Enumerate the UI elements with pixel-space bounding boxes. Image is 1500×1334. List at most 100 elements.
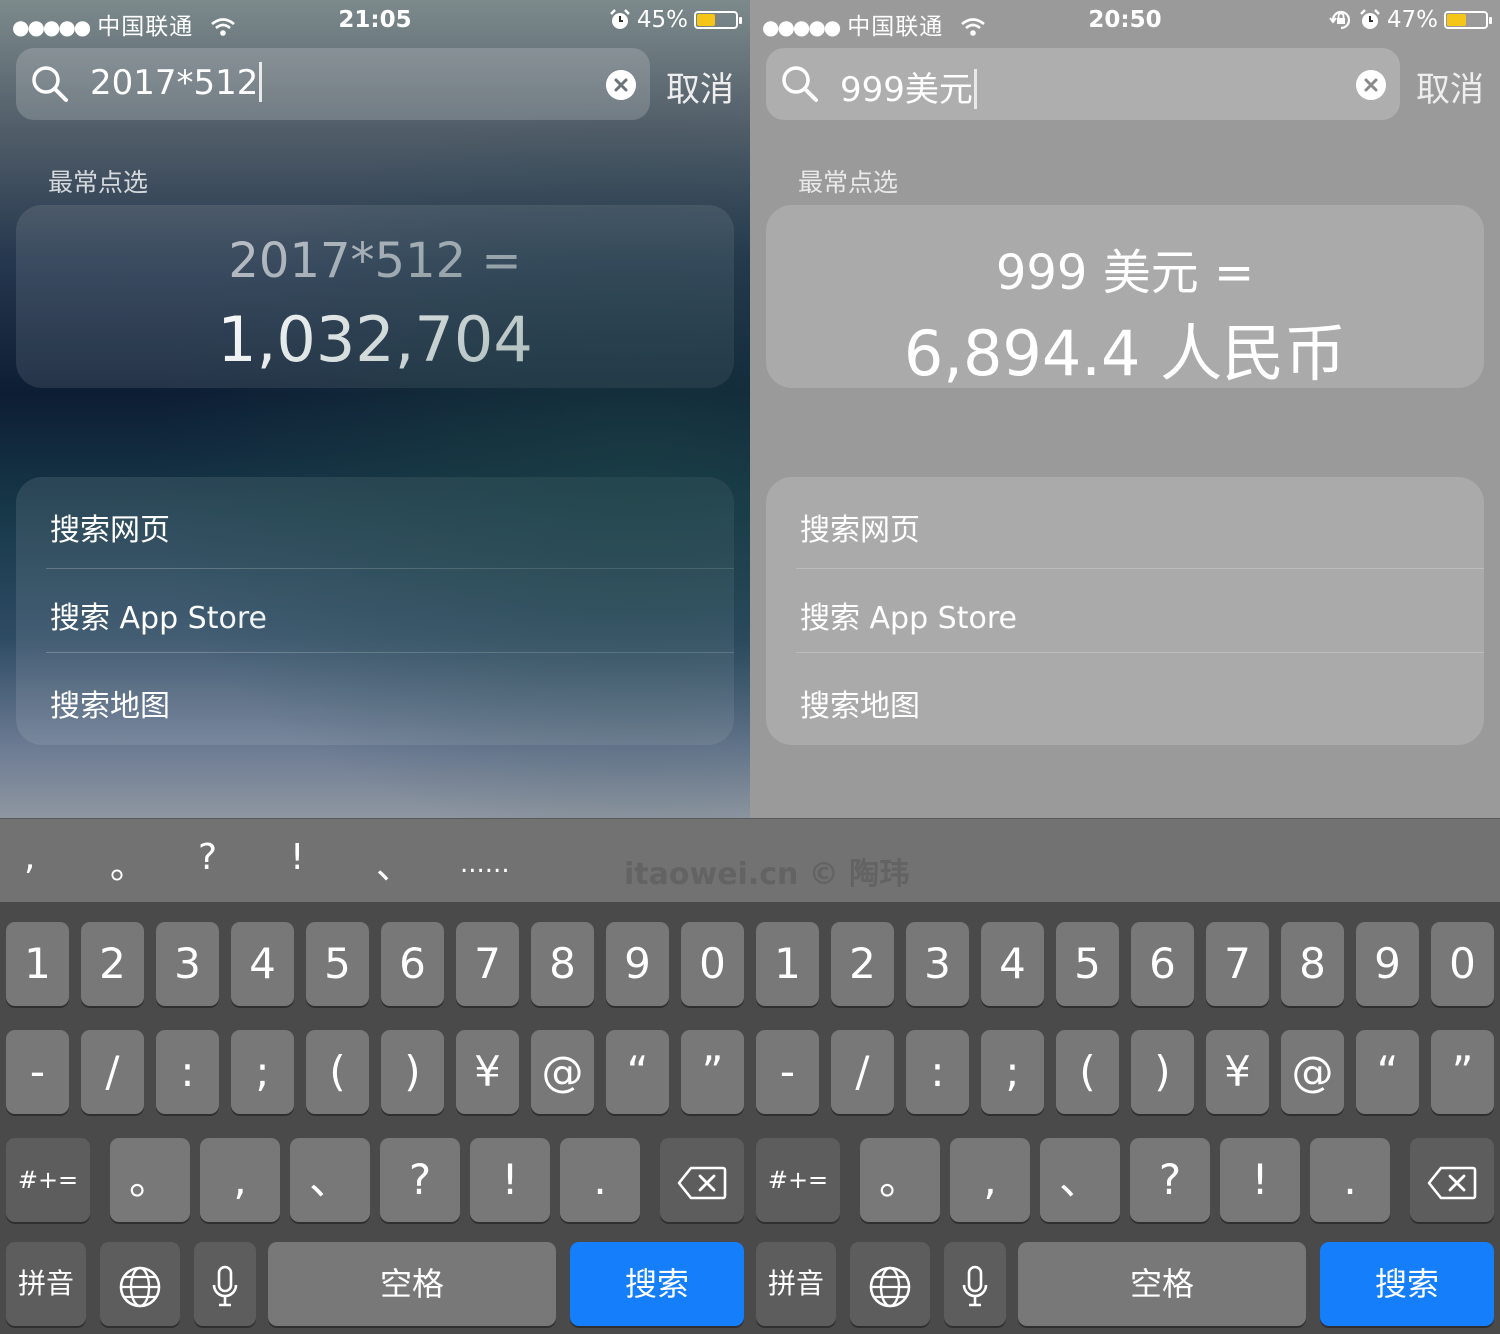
key-digit-1[interactable]: 1 [756,922,819,1006]
key-digit-0[interactable]: 0 [1431,922,1494,1006]
key-symbol[interactable]: “ [606,1030,669,1114]
search-key[interactable]: 搜索 [570,1242,744,1326]
key-symbol[interactable]: ; [981,1030,1044,1114]
key-digit-3[interactable]: 3 [906,922,969,1006]
microphone-key[interactable] [944,1242,1006,1326]
key-symbol[interactable]: - [6,1030,69,1114]
key-symbol[interactable]: ; [231,1030,294,1114]
backspace-key[interactable] [1410,1138,1494,1222]
key-punctuation[interactable]: . [1310,1138,1390,1222]
key-digit-9[interactable]: 9 [1356,922,1419,1006]
space-key[interactable]: 空格 [268,1242,556,1326]
key-punctuation[interactable]: 、 [290,1138,370,1222]
search-field[interactable]: 2017*512 [16,48,650,120]
key-more-symbols[interactable]: #+= [6,1138,90,1222]
clear-icon[interactable] [606,70,636,100]
globe-key[interactable] [100,1242,180,1326]
key-digit-8[interactable]: 8 [1281,922,1344,1006]
key-digit-0[interactable]: 0 [681,922,744,1006]
key-punctuation[interactable]: ! [470,1138,550,1222]
key-punctuation[interactable]: 、 [1040,1138,1120,1222]
key-digit-6[interactable]: 6 [1131,922,1194,1006]
key-symbol[interactable]: @ [531,1030,594,1114]
spotlight-panel-left: ●●●●● 中国联通 21:05 45% 2017*512 取消 最常点选 201… [0,0,750,818]
key-symbol[interactable]: ) [1131,1030,1194,1114]
key-punctuation[interactable]: ! [1220,1138,1300,1222]
key-symbol[interactable]: ¥ [1206,1030,1269,1114]
suggestion-exclaim[interactable]: ! [290,837,304,878]
key-punctuation[interactable]: ? [1130,1138,1210,1222]
key-digit-7[interactable]: 7 [456,922,519,1006]
suggestion-comma[interactable]: , [24,837,35,878]
key-digit-9[interactable]: 9 [606,922,669,1006]
suggestion-dun[interactable]: 、 [376,837,412,889]
search-web-action[interactable]: 搜索网页 [50,505,170,549]
key-digit-5[interactable]: 5 [306,922,369,1006]
key-digit-2[interactable]: 2 [81,922,144,1006]
key-digit-1[interactable]: 1 [6,922,69,1006]
battery-percent: 45% [636,7,688,33]
key-symbol[interactable]: ( [306,1030,369,1114]
cancel-button[interactable]: 取消 [1416,62,1484,111]
globe-icon [119,1266,161,1307]
punctuation-suggestion-bar: , 。 ? ! 、 ...... itaowei.cn © 陶玮 [0,818,1500,903]
search-maps-action[interactable]: 搜索地图 [50,681,170,725]
suggestion-ellipsis[interactable]: ...... [460,849,510,879]
key-digit-4[interactable]: 4 [231,922,294,1006]
key-digit-5[interactable]: 5 [1056,922,1119,1006]
key-symbol[interactable]: ¥ [456,1030,519,1114]
key-punctuation[interactable]: . [560,1138,640,1222]
search-field[interactable]: 999美元 [766,48,1400,120]
key-digit-4[interactable]: 4 [981,922,1044,1006]
backspace-key[interactable] [660,1138,744,1222]
search-web-action[interactable]: 搜索网页 [800,505,920,549]
battery-fill [697,14,715,26]
search-key[interactable]: 搜索 [1320,1242,1494,1326]
key-punctuation[interactable]: ? [380,1138,460,1222]
globe-key[interactable] [850,1242,930,1326]
key-digit-7[interactable]: 7 [1206,922,1269,1006]
search-appstore-action[interactable]: 搜索 App Store [800,593,1017,637]
key-pinyin[interactable]: 拼音 [756,1242,836,1326]
calc-expression: 2017*512 = [228,233,522,289]
key-digit-2[interactable]: 2 [831,922,894,1006]
key-punctuation[interactable]: , [200,1138,280,1222]
status-bar: ●●●●● 中国联通 21:05 45% [0,0,750,40]
calculator-result-card[interactable]: 2017*512 = 1,032,704 [16,205,734,388]
search-query[interactable]: 999美元 [840,62,977,111]
key-symbol[interactable]: “ [1356,1030,1419,1114]
key-symbol[interactable]: - [756,1030,819,1114]
key-digit-3[interactable]: 3 [156,922,219,1006]
microphone-key[interactable] [194,1242,256,1326]
globe-icon [869,1266,911,1307]
key-digit-8[interactable]: 8 [531,922,594,1006]
clear-icon[interactable] [1356,70,1386,100]
key-symbol[interactable]: ” [681,1030,744,1114]
search-appstore-action[interactable]: 搜索 App Store [50,593,267,637]
battery-icon [694,11,742,29]
key-symbol[interactable]: / [831,1030,894,1114]
key-symbol[interactable]: : [156,1030,219,1114]
key-punctuation[interactable]: 。 [110,1138,190,1222]
key-digit-6[interactable]: 6 [381,922,444,1006]
key-punctuation[interactable]: , [950,1138,1030,1222]
key-symbol[interactable]: / [81,1030,144,1114]
space-key[interactable]: 空格 [1018,1242,1306,1326]
key-symbol[interactable]: ) [381,1030,444,1114]
search-maps-action[interactable]: 搜索地图 [800,681,920,725]
cancel-button[interactable]: 取消 [666,62,734,111]
key-symbol[interactable]: : [906,1030,969,1114]
key-symbol[interactable]: ” [1431,1030,1494,1114]
currency-result-card[interactable]: 999 美元 = 6,894.4 人民币 [766,205,1484,390]
suggestion-question[interactable]: ? [198,837,217,878]
key-punctuation[interactable]: 。 [860,1138,940,1222]
calc-result: 1,032,704 [217,303,533,376]
search-query[interactable]: 2017*512 [90,62,262,103]
suggestion-period[interactable]: 。 [110,837,146,889]
search-actions-card: 搜索网页 搜索 App Store 搜索地图 [16,477,734,745]
key-symbol[interactable]: ( [1056,1030,1119,1114]
key-symbol[interactable]: @ [1281,1030,1344,1114]
search-icon [782,66,818,102]
key-more-symbols[interactable]: #+= [756,1138,840,1222]
key-pinyin[interactable]: 拼音 [6,1242,86,1326]
